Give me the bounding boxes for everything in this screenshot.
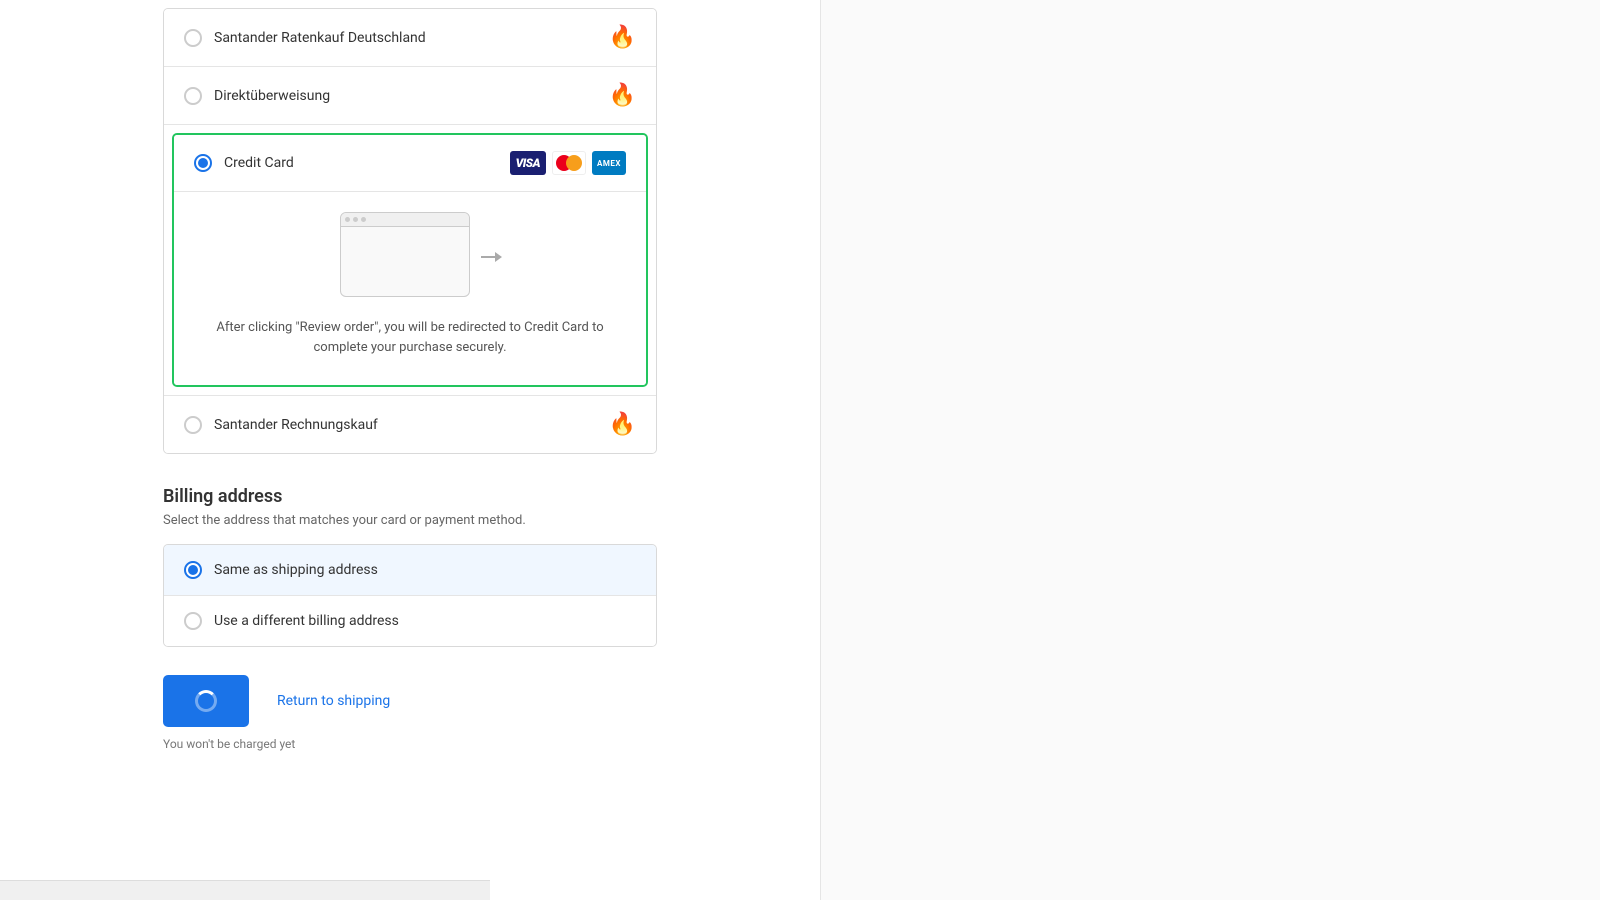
redirect-description: After clicking "Review order", you will … <box>210 318 610 357</box>
payment-option-direktueberweisung[interactable]: Direktüberweisung 🔥 <box>164 67 656 125</box>
mastercard-icon <box>552 151 586 175</box>
santander-icon-3: 🔥 <box>609 412 636 437</box>
billing-address-section: Billing address Select the address that … <box>163 486 657 647</box>
visa-icon: VISA <box>510 151 546 175</box>
payment-option-santander-rechnungskauf[interactable]: Santander Rechnungskauf 🔥 <box>164 396 656 453</box>
payment-label-direktueberweisung: Direktüberweisung <box>214 88 330 104</box>
return-to-shipping-link[interactable]: Return to shipping <box>277 693 390 709</box>
credit-card-header[interactable]: Credit Card VISA AMEX <box>174 135 646 191</box>
billing-title: Billing address <box>163 486 657 507</box>
radio-santander-ratenkauf[interactable] <box>184 29 202 47</box>
radio-direktueberweisung[interactable] <box>184 87 202 105</box>
submit-button[interactable] <box>163 675 249 727</box>
billing-label-different: Use a different billing address <box>214 613 399 629</box>
billing-label-same: Same as shipping address <box>214 562 378 578</box>
no-charge-notice: You won't be charged yet <box>163 737 657 751</box>
credit-card-selected-box: Credit Card VISA AMEX <box>172 133 648 387</box>
payment-option-credit-card-wrapper: Credit Card VISA AMEX <box>164 125 656 396</box>
redirect-arrow <box>481 252 502 262</box>
radio-different-billing[interactable] <box>184 612 202 630</box>
credit-card-body: After clicking "Review order", you will … <box>174 191 646 385</box>
action-row: Return to shipping <box>163 675 657 727</box>
billing-options-list: Same as shipping address Use a different… <box>163 544 657 647</box>
amex-icon: AMEX <box>592 151 626 175</box>
billing-option-different[interactable]: Use a different billing address <box>164 596 656 646</box>
loading-spinner <box>195 690 217 712</box>
billing-option-same[interactable]: Same as shipping address <box>164 545 656 596</box>
payment-methods-list: Santander Ratenkauf Deutschland 🔥 Direkt… <box>163 8 657 454</box>
radio-credit-card[interactable] <box>194 154 212 172</box>
radio-santander-rechnungskauf[interactable] <box>184 416 202 434</box>
right-panel <box>820 0 1600 900</box>
payment-label-santander-rechnungskauf: Santander Rechnungskauf <box>214 417 378 433</box>
bottom-bar <box>0 880 490 900</box>
payment-option-santander-ratenkauf[interactable]: Santander Ratenkauf Deutschland 🔥 <box>164 9 656 67</box>
santander-icon-1: 🔥 <box>609 83 636 108</box>
billing-subtitle: Select the address that matches your car… <box>163 513 657 528</box>
redirect-illustration <box>340 212 480 302</box>
payment-label-santander-ratenkauf: Santander Ratenkauf Deutschland <box>214 30 426 46</box>
payment-label-credit-card: Credit Card <box>224 155 294 171</box>
browser-bar <box>341 213 469 227</box>
radio-same-as-shipping[interactable] <box>184 561 202 579</box>
browser-window <box>340 212 470 297</box>
santander-icon-0: 🔥 <box>609 25 636 50</box>
